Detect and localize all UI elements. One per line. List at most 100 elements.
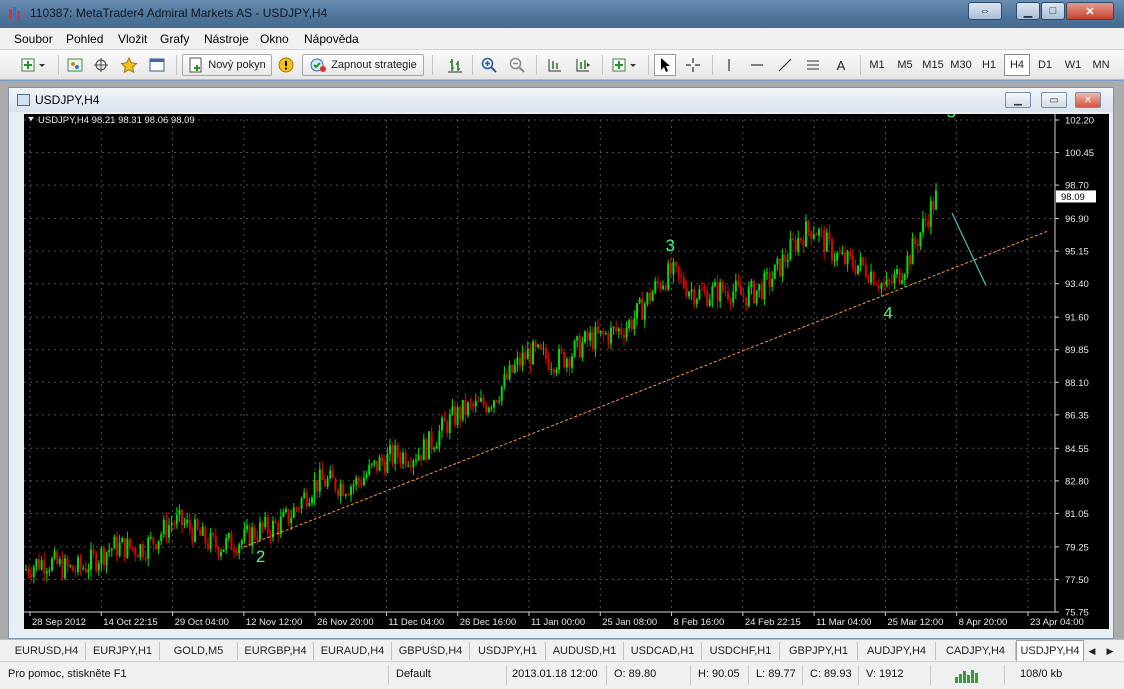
navigator-button[interactable]	[90, 54, 112, 76]
candle-body	[799, 238, 802, 240]
candle-body	[144, 557, 147, 559]
price-tick-label: 95.15	[1065, 247, 1089, 258]
status-profile[interactable]: Default	[396, 668, 431, 680]
menu-nastroje[interactable]: Nástroje	[204, 32, 249, 46]
bar-chart-button[interactable]	[444, 54, 466, 76]
chart-canvas[interactable]: 102.20 100.45 98.70 96.90 95.15 93.40 91.60 89.…	[24, 114, 1109, 629]
candle-body	[911, 238, 914, 265]
text-tool-button[interactable]: A	[830, 54, 852, 76]
candle-body	[467, 402, 469, 416]
maximize-button[interactable]: □	[1041, 2, 1065, 20]
chart-tab-usdjpy-h4[interactable]: USDJPY,H4	[1016, 640, 1084, 661]
candle-body	[672, 262, 675, 275]
terminal-button[interactable]	[146, 54, 168, 76]
chart-tab-usdcad-h1[interactable]: USDCAD,H1	[624, 642, 702, 660]
candle-body	[324, 479, 326, 487]
candle-body	[448, 414, 451, 434]
price-tick-label: 82.80	[1065, 476, 1089, 487]
menu-okno[interactable]: Okno	[260, 32, 289, 46]
chart-tab-usdjpy-h1[interactable]: USDJPY,H1	[470, 642, 546, 660]
menu-napoveda[interactable]: Nápověda	[304, 32, 359, 46]
candle-body	[238, 544, 241, 554]
new-order-button[interactable]: Nový pokyn	[182, 54, 272, 76]
chart-tab-euraud-h4[interactable]: EURAUD,H4	[314, 642, 392, 660]
candle-body	[451, 406, 454, 415]
timeframe-d1-button[interactable]: D1	[1032, 54, 1058, 76]
timeframe-m15-button[interactable]: M15	[920, 54, 946, 76]
timeframe-m5-button[interactable]: M5	[892, 54, 918, 76]
horizontal-line-button[interactable]	[746, 54, 768, 76]
candle-body	[326, 478, 329, 487]
chart-tab-gbpjpy-h1[interactable]: GBPJPY,H1	[780, 642, 858, 660]
candle-body	[542, 348, 545, 350]
chart-tab-eurusd-h4[interactable]: EURUSD,H4	[8, 642, 86, 660]
auto-scroll-button[interactable]	[544, 54, 566, 76]
timeframe-h4-button[interactable]: H4	[1004, 54, 1030, 76]
status-close: C: 89.93	[810, 668, 852, 680]
timeframe-h1-button[interactable]: H1	[976, 54, 1002, 76]
candle-body	[820, 229, 823, 231]
candle-body	[581, 342, 584, 358]
market-watch-button[interactable]	[118, 54, 140, 76]
zoom-in-button[interactable]	[478, 54, 500, 76]
candle-body	[381, 457, 384, 462]
vertical-line-button[interactable]	[718, 54, 740, 76]
candle-body	[365, 474, 368, 478]
alert-button[interactable]	[276, 54, 296, 76]
candle-body	[222, 549, 225, 552]
candle-body	[347, 494, 350, 496]
chart-close-button[interactable]: ✕	[1075, 92, 1101, 108]
candle-body	[763, 272, 766, 300]
candle-body	[651, 292, 654, 301]
chart-tab-audjpy-h4[interactable]: AUDJPY,H4	[858, 642, 936, 660]
chart-tab-usdchf-h1[interactable]: USDCHF,H1	[702, 642, 780, 660]
fibonacci-button[interactable]	[802, 54, 824, 76]
chart-minimize-button[interactable]: ▁	[1005, 92, 1031, 108]
price-tick-label: 86.35	[1065, 410, 1089, 421]
menu-pohled[interactable]: Pohled	[66, 32, 103, 46]
candle-body	[667, 263, 670, 290]
candle-body	[38, 559, 40, 570]
price-tick-label: 98.70	[1065, 181, 1089, 192]
crosshair-tool-button[interactable]	[682, 54, 704, 76]
price-chart[interactable]: 102.20 100.45 98.70 96.90 95.15 93.40 91.60 89.…	[24, 114, 1109, 629]
trendline-button[interactable]	[774, 54, 796, 76]
time-tick-label: 26 Nov 20:00	[317, 617, 374, 628]
autotrading-button[interactable]: Zapnout strategie	[302, 54, 424, 76]
chart-maximize-button[interactable]: ▭	[1041, 92, 1067, 108]
menu-vlozit[interactable]: Vložit	[118, 32, 147, 46]
restore-size-button[interactable]: ⇔	[968, 2, 1002, 20]
candle-body	[503, 374, 506, 387]
chart-tab-audusd-h1[interactable]: AUDUSD,H1	[546, 642, 624, 660]
chart-tab-eurgbp-h4[interactable]: EURGBP,H4	[238, 642, 314, 660]
timeframe-mn-button[interactable]: MN	[1088, 54, 1114, 76]
zoom-out-button[interactable]	[506, 54, 528, 76]
close-button[interactable]: ✕	[1066, 2, 1114, 20]
candle-body	[565, 358, 568, 368]
candle-body	[360, 481, 363, 486]
menu-grafy[interactable]: Grafy	[160, 32, 189, 46]
new-chart-button[interactable]	[18, 54, 50, 76]
profiles-button[interactable]	[64, 54, 86, 76]
candle-body	[420, 454, 423, 461]
chart-tab-gbpusd-h4[interactable]: GBPUSD,H4	[392, 642, 470, 660]
tabs-scroll-right[interactable]: ▶	[1102, 642, 1118, 660]
candle-body	[916, 244, 919, 247]
timeframe-w1-button[interactable]: W1	[1060, 54, 1086, 76]
chart-shift-button[interactable]	[572, 54, 594, 76]
candle-body	[329, 470, 332, 479]
cursor-tool-button[interactable]	[654, 54, 676, 76]
menu-soubor[interactable]: Soubor	[14, 32, 53, 46]
timeframe-m1-button[interactable]: M1	[864, 54, 890, 76]
indicators-button[interactable]	[610, 54, 640, 76]
timeframe-m30-button[interactable]: M30	[948, 54, 974, 76]
candle-body	[784, 254, 787, 262]
chart-tab-eurjpy-h1[interactable]: EURJPY,H1	[86, 642, 160, 660]
tabs-scroll-left[interactable]: ◀	[1084, 642, 1100, 660]
chart-tab-cadjpy-h4[interactable]: CADJPY,H4	[936, 642, 1016, 660]
candle-body	[610, 327, 612, 344]
candle-body	[695, 299, 698, 305]
chart-tab-gold-m5[interactable]: GOLD,M5	[160, 642, 238, 660]
minimize-button[interactable]: ▁	[1016, 2, 1040, 20]
connection-status-icon	[955, 670, 978, 683]
